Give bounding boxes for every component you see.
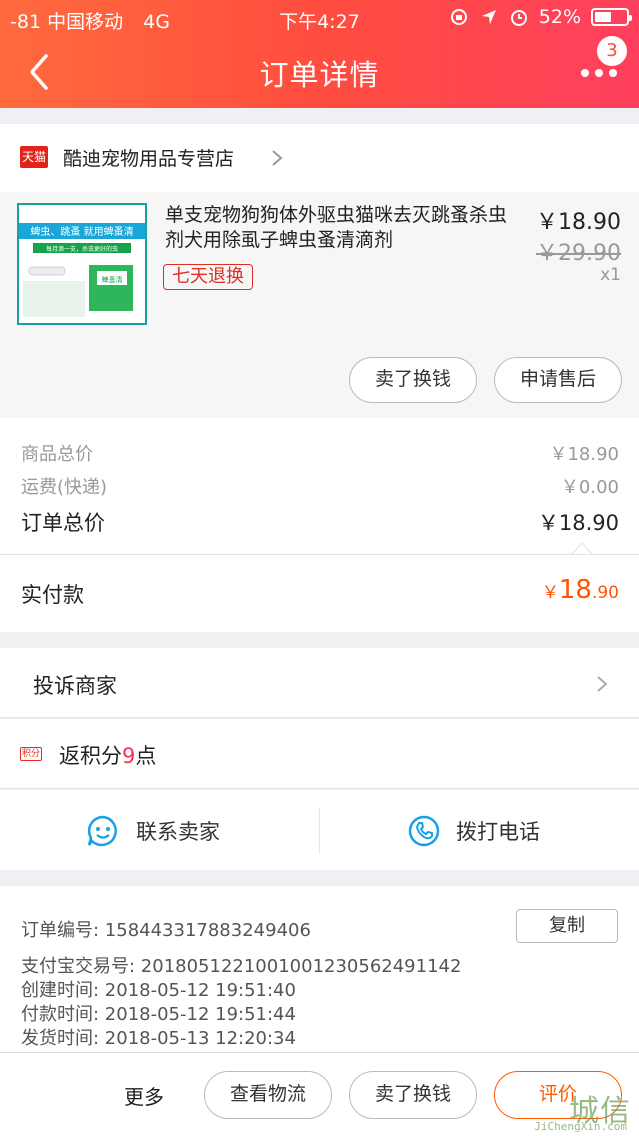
complain-seller-row[interactable]: 投诉商家: [0, 648, 639, 718]
created-time: 创建时间: 2018-05-12 19:51:40: [21, 980, 296, 1001]
status-right: 52%: [449, 6, 632, 28]
product-title[interactable]: 单支宠物狗狗体外驱虫猫咪去灭跳蚤杀虫剂犬用除虱子蜱虫蚤清滴剂: [165, 203, 525, 253]
shipped-time: 发货时间: 2018-05-13 12:20:34: [21, 1028, 296, 1049]
location-icon: [481, 10, 496, 24]
thumb-sub-text: 每月滴一支，杀虫更好的虫: [46, 245, 118, 253]
store-row[interactable]: 天猫 酷迪宠物用品专营店: [0, 124, 639, 192]
product-image[interactable]: 蜱虫、跳蚤 就用蜱蚤清 每月滴一支，杀虫更好的虫 蜱蚤清: [17, 203, 147, 325]
points-row: 积分 返积分9点: [0, 719, 639, 789]
thumb-banner-text: 蜱虫、跳蚤 就用蜱蚤清: [30, 225, 133, 238]
phone-icon: [408, 815, 440, 847]
paid-integer: 18: [558, 575, 592, 605]
paid-time: 付款时间: 2018-05-12 19:51:44: [21, 1004, 296, 1025]
product-price: ￥18.90: [536, 210, 621, 235]
chevron-right-icon: [597, 676, 608, 692]
paid-decimal: .90: [591, 583, 619, 603]
store-name: 酷迪宠物用品专营店: [63, 148, 235, 170]
tmall-icon: 天猫: [20, 146, 48, 168]
order-number: 订单编号: 158443317883249406: [21, 920, 311, 941]
more-button[interactable]: 更多: [124, 1081, 164, 1110]
points-text: 返积分9点: [59, 740, 156, 770]
status-bar: -81 中国移动 4G 下午4:27 52%: [0, 0, 639, 36]
items-total-value: ￥18.90: [549, 444, 619, 465]
points-count: 9: [122, 744, 136, 768]
alarm-icon: [510, 10, 527, 26]
header: -81 中国移动 4G 下午4:27 52% 订单详情 3: [0, 0, 639, 108]
complain-seller-label: 投诉商家: [33, 674, 117, 698]
items-total-label: 商品总价: [21, 444, 93, 465]
points-suffix: 点: [135, 744, 157, 768]
sell-for-cash-button[interactable]: 卖了换钱: [349, 1071, 477, 1119]
order-total-label: 订单总价: [21, 511, 105, 535]
contact-seller-button[interactable]: 联系卖家: [0, 790, 319, 870]
price-summary: 商品总价 ￥18.90 运费(快递) ￥0.00 订单总价 ￥18.90 实付款…: [0, 418, 639, 632]
order-total-value: ￥18.90: [537, 511, 619, 535]
bottom-action-bar: 更多 查看物流 卖了换钱 评价 城信 JiChengXin.com: [0, 1052, 639, 1136]
product-original-price: ￥29.90: [536, 241, 621, 266]
return-policy-badge: 七天退换: [163, 264, 253, 290]
review-button[interactable]: 评价: [494, 1071, 622, 1119]
call-phone-label: 拨打电话: [456, 820, 540, 844]
thumb-box-text: 蜱蚤清: [102, 275, 123, 284]
alipay-trade-number: 支付宝交易号: 2018051221001001230562491142: [21, 956, 462, 977]
notification-badge: 3: [597, 36, 627, 66]
points-icon: 积分: [20, 747, 42, 761]
sell-for-cash-button[interactable]: 卖了换钱: [349, 357, 477, 403]
contact-row: 联系卖家 拨打电话: [0, 790, 639, 870]
product-card[interactable]: 蜱虫、跳蚤 就用蜱蚤清 每月滴一支，杀虫更好的虫 蜱蚤清 单支宠物狗狗体外驱虫猫…: [0, 192, 639, 418]
product-quantity: x1: [600, 265, 621, 285]
call-phone-button[interactable]: 拨打电话: [320, 790, 639, 870]
items-total-row: 商品总价 ￥18.90: [21, 440, 619, 466]
battery-icon: [591, 8, 632, 26]
after-sales-button[interactable]: 申请售后: [494, 357, 622, 403]
shipping-value: ￥0.00: [560, 477, 619, 498]
orientation-lock-icon: [450, 9, 467, 25]
order-info: 订单编号: 158443317883249406 复制 支付宝交易号: 2018…: [0, 886, 639, 1052]
shipping-label: 运费(快递): [21, 477, 108, 498]
paid-currency: ￥: [541, 583, 559, 603]
battery-percent: 52%: [538, 6, 581, 28]
points-prefix: 返积分: [59, 744, 122, 768]
view-logistics-button[interactable]: 查看物流: [204, 1071, 332, 1119]
copy-button[interactable]: 复制: [516, 909, 618, 943]
paid-label: 实付款: [21, 583, 84, 607]
chevron-right-icon: [272, 150, 283, 166]
order-total-row: 订单总价 ￥18.90: [21, 507, 619, 537]
shipping-row: 运费(快递) ￥0.00: [21, 473, 619, 499]
divider: [0, 554, 639, 555]
chat-smile-icon: [87, 815, 117, 847]
watermark-sub: JiChengXin.com: [534, 1120, 627, 1133]
contact-seller-label: 联系卖家: [136, 820, 220, 844]
page-title: 订单详情: [259, 58, 380, 92]
paid-amount: ￥18.90: [542, 575, 619, 605]
